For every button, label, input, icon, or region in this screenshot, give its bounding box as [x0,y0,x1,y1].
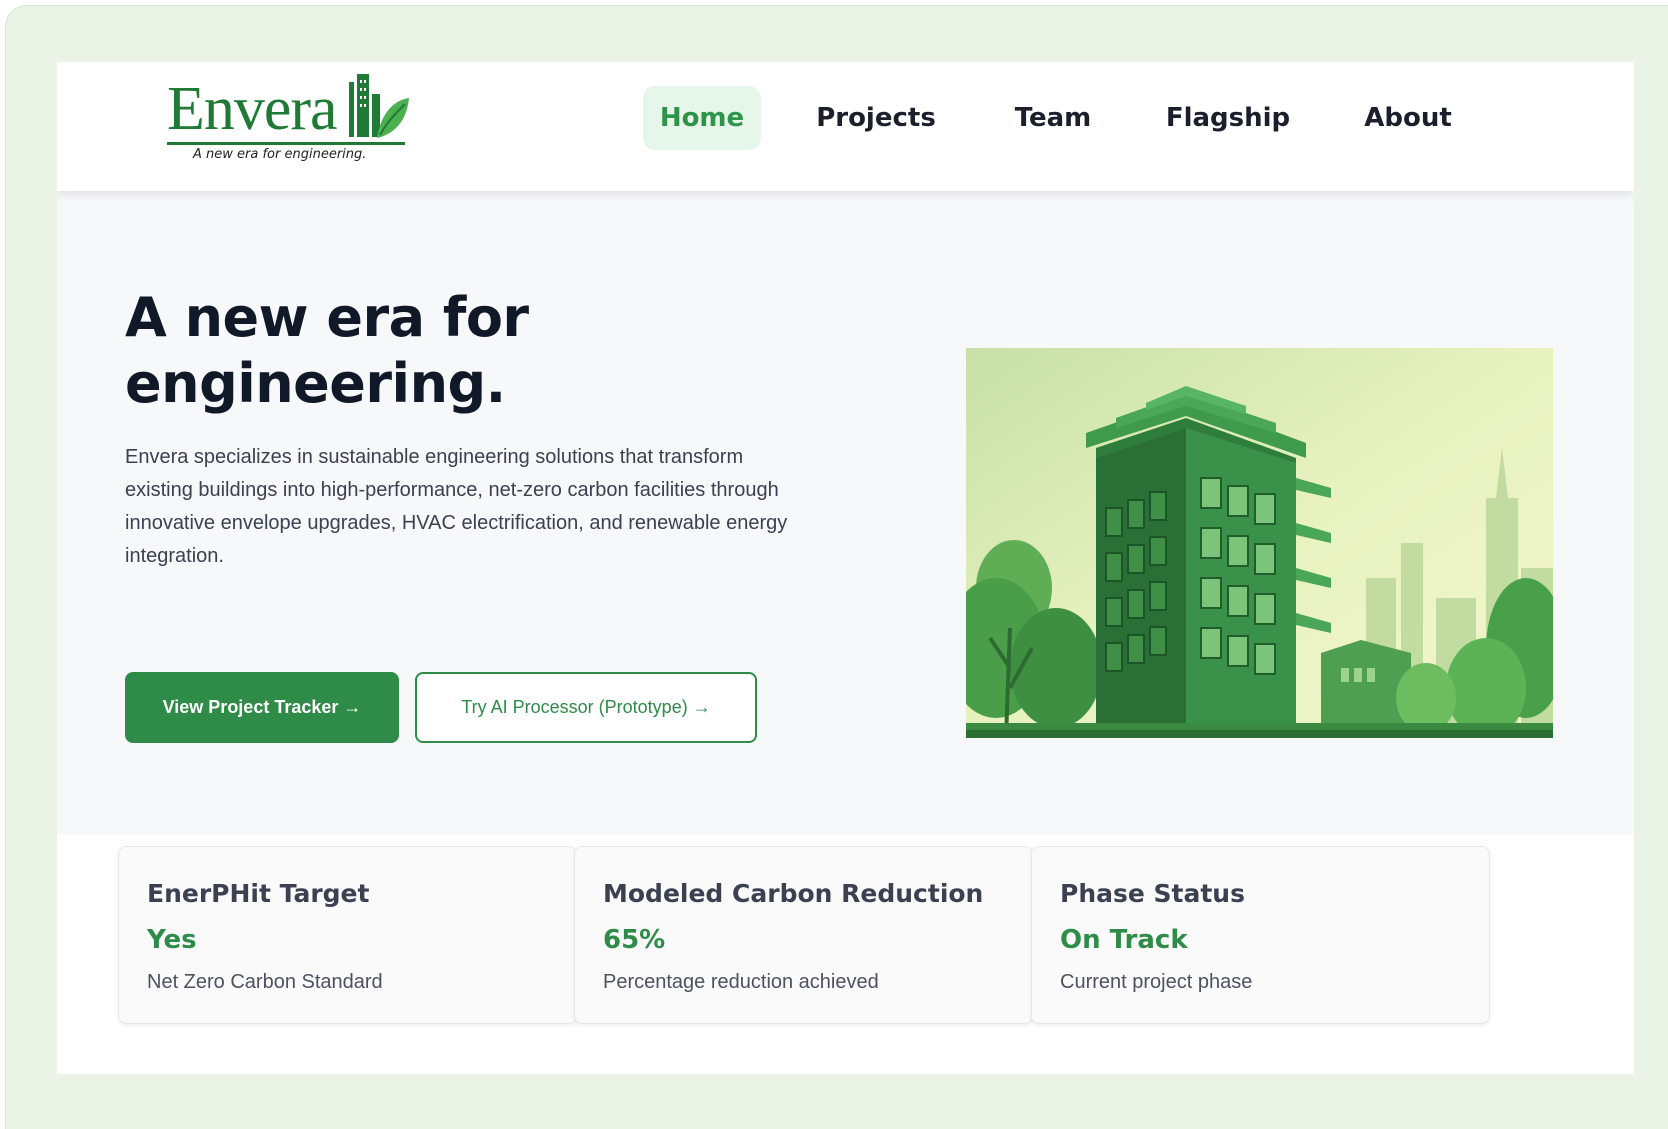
logo-underline [167,142,405,145]
logo-wordmark: Envera [167,75,338,143]
logo-tagline: A new era for engineering. [193,147,367,162]
card-value: 65% [603,925,666,955]
try-ai-processor-button[interactable]: Try AI Processor (Prototype) → [415,672,757,743]
page: Envera A new era for engineering. Home P… [57,62,1634,1074]
card-title: Modeled Carbon Reduction [603,879,984,908]
hero-title: A new era for engineering. [125,286,529,415]
stat-card-carbon-reduction: Modeled Carbon Reduction 65% Percentage … [574,846,1033,1024]
nav-about[interactable]: About [1349,86,1467,150]
nav-flagship[interactable]: Flagship [1153,86,1303,150]
card-subtitle: Percentage reduction achieved [603,971,879,993]
site-header: Envera A new era for engineering. Home P… [57,62,1634,191]
stat-card-enerphit: EnerPHit Target Yes Net Zero Carbon Stan… [118,846,577,1024]
nav-home[interactable]: Home [643,86,761,150]
card-title: EnerPHit Target [147,879,370,908]
logo[interactable]: Envera A new era for engineering. [167,72,409,172]
card-title: Phase Status [1060,879,1245,908]
hero-description: Envera specializes in sustainable engine… [125,446,788,567]
green-building-illustration [966,348,1553,738]
building-leaf-icon [349,74,409,138]
stat-card-phase-status: Phase Status On Track Current project ph… [1031,846,1490,1024]
hero-section: A new era for engineering. Envera specia… [57,191,1634,834]
card-value: Yes [147,925,197,955]
nav-projects[interactable]: Projects [801,86,951,150]
card-value: On Track [1060,925,1188,955]
view-project-tracker-button[interactable]: View Project Tracker → [125,672,399,743]
card-subtitle: Current project phase [1060,971,1253,993]
card-subtitle: Net Zero Carbon Standard [147,971,383,993]
nav-team[interactable]: Team [997,86,1109,150]
